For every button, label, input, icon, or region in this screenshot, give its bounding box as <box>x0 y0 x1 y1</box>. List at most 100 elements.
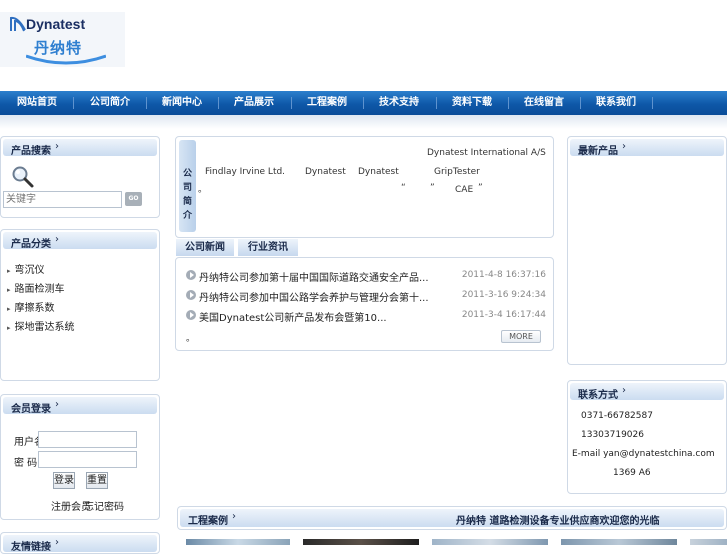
category-item[interactable]: ▸ 探地雷达系统 <box>7 318 75 333</box>
login-panel-header: 会员登录 › <box>3 397 157 415</box>
more-button[interactable]: MORE <box>501 330 541 343</box>
nav-item-home[interactable]: 网站首页 <box>8 91 66 115</box>
company-intro-panel: 公 司 简 介 Dynatest International A/S Findl… <box>175 136 554 238</box>
intro-text: 。 <box>198 185 208 195</box>
news-title[interactable]: 丹纳特公司参加第十届中国国际道路交通安全产品... <box>199 269 429 284</box>
logo[interactable]: Dynatest 丹纳特 <box>0 12 125 67</box>
search-panel-header: 产品搜索 › <box>3 139 157 157</box>
tab-industry-news[interactable]: 行业资讯 <box>238 239 298 256</box>
case-thumbnail[interactable] <box>561 539 677 545</box>
nav-separator <box>291 97 292 109</box>
nav-separator <box>146 97 147 109</box>
nav-item-news[interactable]: 新闻中心 <box>153 91 211 115</box>
cases-headline: 丹纳特 道路检测设备专业供应商欢迎您的光临 <box>456 516 660 527</box>
intro-text: Dynatest International A/S <box>427 148 546 158</box>
news-item[interactable]: 丹纳特公司参加中国公路学会养护与管理分会第十... 2011-3-16 9:24… <box>186 289 546 304</box>
links-panel: 友情链接 › <box>0 532 160 554</box>
nav-separator <box>580 97 581 109</box>
nav-separator <box>218 97 219 109</box>
chevron-right-icon: › <box>55 399 59 410</box>
chevron-right-icon: › <box>622 385 626 396</box>
contact-email[interactable]: E-mail yan@dynatestchina.com <box>572 449 715 459</box>
contact-panel-title: 联系方式 <box>578 390 618 401</box>
nav-item-message[interactable]: 在线留言 <box>515 91 573 115</box>
chevron-right-icon: › <box>232 511 236 522</box>
contact-phone: 0371-66782587 <box>581 411 653 421</box>
category-item[interactable]: ▸ 弯沉仪 <box>7 261 45 276</box>
play-arrow-icon <box>186 310 196 320</box>
category-panel-title: 产品分类 <box>11 239 51 250</box>
chevron-right-icon: › <box>622 141 626 152</box>
intro-text: “ <box>401 183 406 193</box>
cases-panel: 工程案例 › 丹纳特 道路检测设备专业供应商欢迎您的光临 <box>177 506 727 530</box>
news-item[interactable]: 丹纳特公司参加第十届中国国际道路交通安全产品... 2011-4-8 16:37… <box>186 269 546 284</box>
nav-item-products[interactable]: 产品展示 <box>225 91 283 115</box>
contact-panel: 联系方式 › 0371-66782587 13303719026 E-mail … <box>567 380 727 494</box>
category-panel: 产品分类 › ▸ 弯沉仪 ▸ 路面检测车 ▸ 摩擦系数 ▸ 探地雷达系统 <box>0 229 160 381</box>
contact-mobile: 13303719026 <box>581 430 644 440</box>
nav-item-about[interactable]: 公司简介 <box>81 91 139 115</box>
bullet-icon: ▸ <box>7 324 11 332</box>
nav-separator <box>652 97 653 109</box>
nav-item-contact[interactable]: 联系我们 <box>587 91 645 115</box>
search-go-button[interactable]: GO <box>125 192 142 206</box>
search-panel-title: 产品搜索 <box>11 146 51 157</box>
news-title[interactable]: 美国Dynatest公司新产品发布会暨第10... <box>199 309 387 324</box>
latest-products-panel: 最新产品 › <box>567 136 727 365</box>
logo-brand: Dynatest <box>26 16 86 32</box>
nav-item-download[interactable]: 资料下载 <box>443 91 501 115</box>
news-item[interactable]: 美国Dynatest公司新产品发布会暨第10... 2011-3-4 16:17… <box>186 309 546 324</box>
logo-mark-icon <box>10 16 26 32</box>
news-panel: 丹纳特公司参加第十届中国国际道路交通安全产品... 2011-4-8 16:37… <box>175 257 554 351</box>
logo-swoosh-icon <box>26 54 106 65</box>
search-icon <box>12 166 34 188</box>
password-field[interactable] <box>38 451 137 468</box>
news-title[interactable]: 丹纳特公司参加中国公路学会养护与管理分会第十... <box>199 289 429 304</box>
news-date: 2011-4-8 16:37:16 <box>461 270 546 280</box>
links-panel-title: 友情链接 <box>11 542 51 553</box>
news-date: 2011-3-4 16:17:44 <box>461 310 546 320</box>
forgot-password-link[interactable]: 忘记密码 <box>84 498 124 513</box>
intro-text: ” <box>430 183 435 193</box>
bullet-icon: ▸ <box>7 267 11 275</box>
case-thumbnail[interactable] <box>432 539 548 545</box>
cases-panel-title: 工程案例 <box>188 516 228 527</box>
search-input[interactable] <box>3 191 122 208</box>
tab-company-news[interactable]: 公司新闻 <box>176 239 234 256</box>
cases-panel-header: 工程案例 › 丹纳特 道路检测设备专业供应商欢迎您的光临 <box>180 509 724 527</box>
category-panel-header: 产品分类 › <box>3 232 157 250</box>
news-end-mark: 。 <box>186 334 196 344</box>
intro-text: Dynatest <box>305 167 346 177</box>
play-arrow-icon <box>186 270 196 280</box>
case-thumbnail[interactable] <box>186 539 290 545</box>
latest-products-header: 最新产品 › <box>570 139 724 157</box>
nav-item-cases[interactable]: 工程案例 <box>298 91 356 115</box>
intro-text: ” <box>478 183 483 193</box>
intro-text: GripTester <box>434 167 480 177</box>
case-thumbnail[interactable] <box>690 539 727 545</box>
login-panel: 会员登录 › 用户名： 密 码： 登录 重置 注册会员 忘记密码 <box>0 394 160 520</box>
login-button[interactable]: 登录 <box>53 472 75 489</box>
chevron-right-icon: › <box>55 141 59 152</box>
nav-separator <box>508 97 509 109</box>
intro-text: Dynatest <box>358 167 399 177</box>
nav-shadow <box>0 115 727 129</box>
intro-side-label: 公 司 简 介 <box>179 140 196 232</box>
intro-text: CAE <box>455 185 474 195</box>
main-nav: 网站首页 公司简介 新闻中心 产品展示 工程案例 技术支持 资料下载 在线留言 … <box>0 91 727 115</box>
latest-products-title: 最新产品 <box>578 146 618 157</box>
search-panel: 产品搜索 › GO <box>0 136 160 218</box>
links-panel-header: 友情链接 › <box>3 535 157 553</box>
reset-button[interactable]: 重置 <box>86 472 108 489</box>
username-field[interactable] <box>38 431 137 448</box>
news-date: 2011-3-16 9:24:34 <box>461 290 546 300</box>
bullet-icon: ▸ <box>7 286 11 294</box>
login-panel-title: 会员登录 <box>11 404 51 415</box>
category-item[interactable]: ▸ 摩擦系数 <box>7 299 55 314</box>
nav-separator <box>73 97 74 109</box>
category-item[interactable]: ▸ 路面检测车 <box>7 280 65 295</box>
nav-item-support[interactable]: 技术支持 <box>370 91 428 115</box>
chevron-right-icon: › <box>55 234 59 245</box>
nav-separator <box>363 97 364 109</box>
case-thumbnail[interactable] <box>303 539 419 545</box>
